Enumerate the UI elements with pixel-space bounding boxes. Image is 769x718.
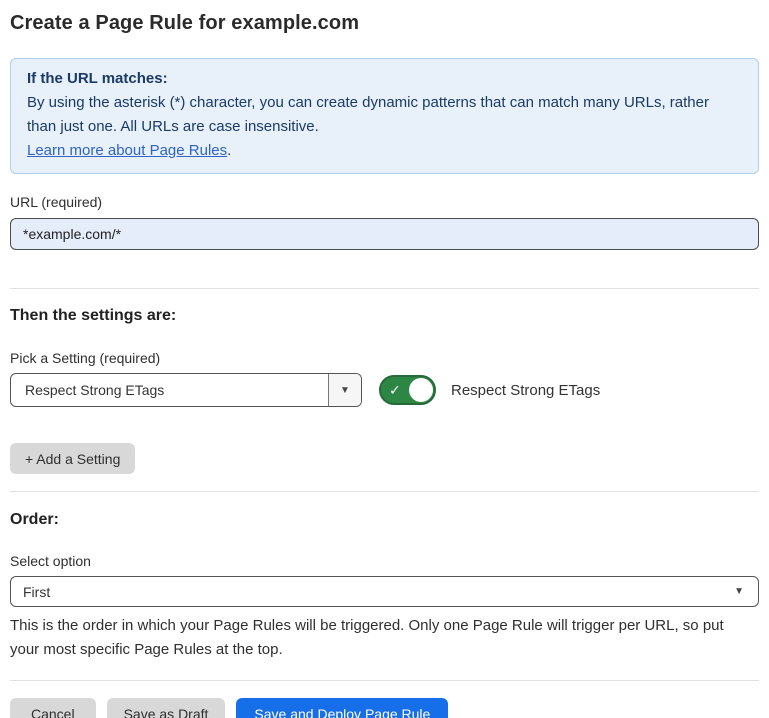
order-select-value: First	[23, 584, 50, 600]
divider	[10, 491, 759, 492]
order-select[interactable]: First ▼	[10, 576, 759, 607]
cancel-button[interactable]: Cancel	[10, 698, 96, 718]
setting-select-value: Respect Strong ETags	[11, 374, 328, 406]
info-box-body: By using the asterisk (*) character, you…	[27, 91, 742, 139]
divider	[10, 288, 759, 289]
order-select-label: Select option	[10, 553, 759, 569]
info-box-link-line: Learn more about Page Rules.	[27, 139, 742, 163]
chevron-down-icon: ▼	[734, 586, 744, 597]
pick-setting-label: Pick a Setting (required)	[10, 350, 759, 366]
check-icon: ✓	[389, 383, 401, 397]
setting-controls-row: Respect Strong ETags ▼ ✓ Respect Strong …	[10, 373, 759, 407]
add-setting-button[interactable]: + Add a Setting	[10, 443, 135, 474]
info-box-heading: If the URL matches:	[27, 67, 742, 91]
url-input[interactable]	[10, 218, 759, 250]
page-title: Create a Page Rule for example.com	[10, 12, 759, 35]
order-section-heading: Order:	[10, 511, 759, 529]
etags-toggle-label: Respect Strong ETags	[451, 382, 600, 399]
url-match-info-box: If the URL matches: By using the asteris…	[10, 58, 759, 174]
chevron-down-icon: ▼	[340, 385, 350, 396]
save-and-deploy-button[interactable]: Save and Deploy Page Rule	[236, 698, 448, 718]
save-as-draft-button[interactable]: Save as Draft	[107, 698, 226, 718]
url-field-label: URL (required)	[10, 194, 759, 210]
settings-section-heading: Then the settings are:	[10, 307, 759, 325]
learn-more-link[interactable]: Learn more about Page Rules	[27, 142, 227, 159]
setting-select-arrow-box[interactable]: ▼	[328, 374, 361, 406]
create-page-rule-form: Create a Page Rule for example.com If th…	[0, 12, 769, 718]
link-suffix: .	[227, 142, 231, 159]
toggle-knob	[409, 378, 433, 402]
footer-actions: Cancel Save as Draft Save and Deploy Pag…	[10, 698, 759, 718]
order-help-text: This is the order in which your Page Rul…	[10, 614, 755, 662]
etags-toggle[interactable]: ✓	[379, 375, 436, 405]
divider	[10, 680, 759, 681]
setting-select[interactable]: Respect Strong ETags ▼	[10, 373, 362, 407]
